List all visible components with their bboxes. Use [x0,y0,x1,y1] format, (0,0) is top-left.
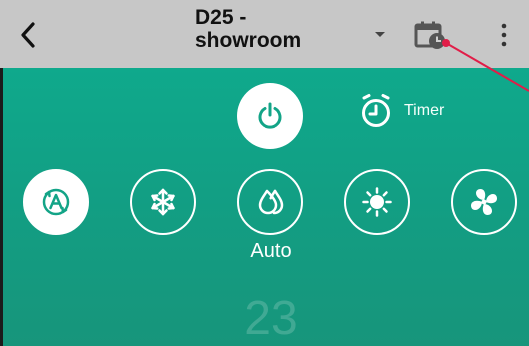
power-button[interactable] [237,83,303,149]
timer-label: Timer [404,102,445,119]
more-vertical-icon [501,23,507,47]
selected-mode-label: Auto [250,240,292,262]
fan-icon [471,189,497,215]
top-app-bar: D25 - showroom [0,0,529,68]
back-button[interactable] [10,17,46,53]
air-conditioner-control-screen: D25 - showroom Timer Auto 23 [0,0,529,346]
mode-fan-button[interactable] [451,169,517,235]
mode-auto-button[interactable] [23,169,89,235]
alarm-clock-icon [362,94,390,127]
device-title: D25 - showroom [195,6,355,52]
mode-heat-button[interactable] [344,169,410,235]
power-icon [258,102,282,129]
temperature-value: 23 [244,292,298,345]
timer-button[interactable]: Timer [358,88,444,134]
snowflake-icon [151,188,175,216]
mode-cool-button[interactable] [130,169,196,235]
droplet-icon [258,189,284,215]
more-options-button[interactable] [492,18,516,52]
device-dropdown[interactable] [371,26,389,44]
auto-mode-icon [42,188,70,216]
left-edge-shadow [0,68,3,346]
chevron-down-icon [375,32,385,37]
device-title-line-1: D25 - [195,6,247,29]
device-title-line-2: showroom [195,29,302,52]
schedule-button[interactable] [409,17,449,53]
sun-icon [362,187,392,217]
mode-dry-button[interactable] [237,169,303,235]
chevron-left-icon [21,22,35,48]
calendar-clock-icon [414,21,445,49]
